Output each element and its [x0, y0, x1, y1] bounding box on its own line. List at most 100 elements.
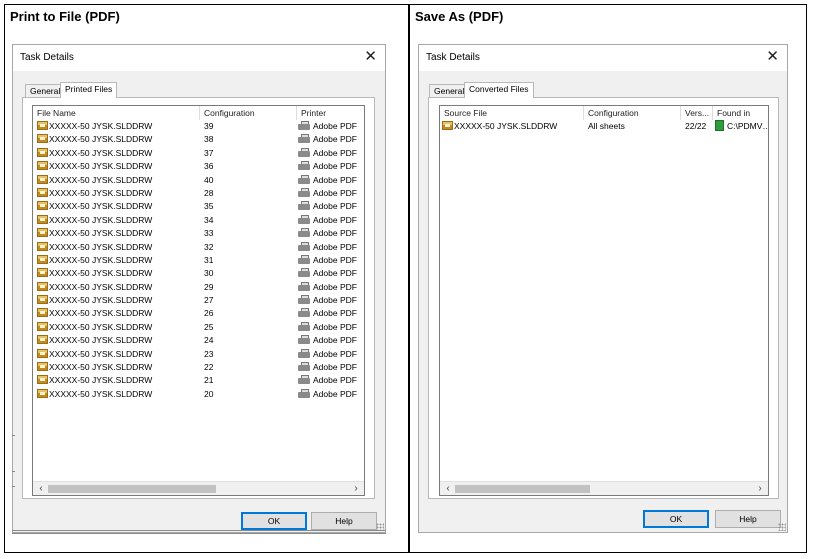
table-row[interactable]: XXXXX-50 JYSK.SLDDRW 26 Adobe PDF	[33, 307, 364, 320]
table-row[interactable]: XXXXX-50 JYSK.SLDDRW 24 Adobe PDF	[33, 334, 364, 347]
file-name-text: XXXXX-50 JYSK.SLDDRW	[49, 295, 153, 306]
printer-cell: Adobe PDF	[298, 254, 364, 267]
table-row[interactable]: XXXXX-50 JYSK.SLDDRW 36 Adobe PDF	[33, 160, 364, 173]
printer-name-text: Adobe PDF	[313, 161, 357, 172]
file-name-cell: XXXXX-50 JYSK.SLDDRW	[37, 294, 200, 307]
converted-files-rows: XXXXX-50 JYSK.SLDDRW All sheets 22/22 C:\PD…	[440, 120, 768, 133]
close-icon[interactable]: ✕	[766, 48, 779, 65]
source-file-text: XXXXX-50 JYSK.SLDDRW	[454, 121, 558, 131]
printer-cell: Adobe PDF	[298, 120, 364, 133]
column-header-file-name[interactable]: File Name	[33, 106, 200, 120]
chevron-right-icon[interactable]: ›	[753, 482, 767, 495]
dialog-title: Task Details	[20, 52, 74, 63]
tab-converted-files[interactable]: Converted Files	[464, 82, 534, 98]
converted-files-list[interactable]: Source File Configuration Vers... Found …	[439, 105, 769, 496]
horizontal-scrollbar[interactable]: ‹ ›	[33, 481, 364, 495]
configuration-cell: 34	[204, 214, 214, 225]
chevron-left-icon[interactable]: ‹	[34, 482, 48, 495]
window-edge-tick	[12, 471, 15, 472]
printer-cell: Adobe PDF	[298, 374, 364, 387]
table-row[interactable]: XXXXX-50 JYSK.SLDDRW 30 Adobe PDF	[33, 267, 364, 280]
column-header-configuration[interactable]: Configuration	[200, 106, 297, 120]
printer-icon	[298, 281, 310, 292]
left-panel-print-to-file: Print to File (PDF) Task Details ✕ Gener…	[4, 4, 409, 553]
printer-icon	[298, 214, 310, 225]
table-row[interactable]: XXXXX-50 JYSK.SLDDRW 20 Adobe PDF	[33, 388, 364, 401]
task-details-dialog: Task Details ✕ General Printed Files Fil…	[12, 44, 386, 533]
table-row[interactable]: XXXXX-50 JYSK.SLDDRW 25 Adobe PDF	[33, 321, 364, 334]
column-header-source-file[interactable]: Source File	[440, 106, 584, 120]
file-name-cell: XXXXX-50 JYSK.SLDDRW	[37, 227, 200, 240]
drawing-file-icon	[37, 121, 48, 130]
drawing-file-icon	[37, 348, 48, 358]
table-row[interactable]: XXXXX-50 JYSK.SLDDRW 32 Adobe PDF	[33, 241, 364, 254]
dialog-titlebar: Task Details ✕	[13, 45, 385, 71]
file-name-text: XXXXX-50 JYSK.SLDDRW	[49, 174, 153, 185]
file-name-cell: XXXXX-50 JYSK.SLDDRW	[37, 214, 200, 227]
table-row[interactable]: XXXXX-50 JYSK.SLDDRW 40 Adobe PDF	[33, 174, 364, 187]
printer-name-text: Adobe PDF	[313, 201, 357, 212]
printer-name-text: Adobe PDF	[313, 268, 357, 279]
printer-icon	[298, 375, 310, 385]
resize-grip-icon[interactable]	[778, 523, 786, 531]
ok-button[interactable]: OK	[241, 512, 307, 530]
drawing-file-icon	[37, 308, 48, 318]
column-header-found-in[interactable]: Found in	[713, 106, 768, 120]
printer-name-text: Adobe PDF	[313, 174, 357, 185]
printer-cell: Adobe PDF	[298, 174, 364, 187]
printer-icon	[298, 335, 310, 345]
tab-printed-files[interactable]: Printed Files	[60, 82, 118, 98]
drawing-file-icon	[442, 121, 453, 130]
column-header-printer[interactable]: Printer	[297, 106, 364, 120]
drawing-file-icon	[37, 174, 48, 184]
close-icon[interactable]: ✕	[364, 48, 377, 65]
help-button[interactable]: Help	[715, 510, 781, 528]
printed-files-list[interactable]: File Name Configuration Printer XXXXX-50…	[32, 105, 365, 496]
drawing-file-icon	[37, 335, 48, 345]
column-header-configuration[interactable]: Configuration	[584, 106, 681, 120]
window-edge-tick	[12, 435, 15, 436]
configuration-cell: 32	[204, 241, 214, 252]
drawing-file-icon	[37, 241, 48, 251]
scrollbar-thumb[interactable]	[455, 485, 590, 493]
scrollbar-thumb[interactable]	[48, 485, 216, 493]
file-name-cell: XXXXX-50 JYSK.SLDDRW	[37, 241, 200, 254]
file-name-text: XXXXX-50 JYSK.SLDDRW	[49, 321, 153, 332]
file-name-cell: XXXXX-50 JYSK.SLDDRW	[37, 200, 200, 213]
right-caption: Save As (PDF)	[415, 9, 504, 24]
configuration-cell: 21	[204, 375, 214, 386]
printer-name-text: Adobe PDF	[313, 388, 357, 399]
chevron-left-icon[interactable]: ‹	[441, 482, 455, 495]
printer-icon	[298, 321, 310, 332]
table-row[interactable]: XXXXX-50 JYSK.SLDDRW 37 Adobe PDF	[33, 147, 364, 160]
ok-button[interactable]: OK	[643, 510, 709, 528]
printer-cell: Adobe PDF	[298, 133, 364, 146]
list-header: Source File Configuration Vers... Found …	[440, 106, 768, 120]
file-name-cell: XXXXX-50 JYSK.SLDDRW	[37, 307, 200, 320]
table-row[interactable]: XXXXX-50 JYSK.SLDDRW All sheets 22/22 C:\PD…	[440, 120, 768, 133]
table-row[interactable]: XXXXX-50 JYSK.SLDDRW 38 Adobe PDF	[33, 133, 364, 146]
table-row[interactable]: XXXXX-50 JYSK.SLDDRW 34 Adobe PDF	[33, 214, 364, 227]
table-row[interactable]: XXXXX-50 JYSK.SLDDRW 39 Adobe PDF	[33, 120, 364, 133]
drawing-file-icon	[37, 321, 48, 331]
table-row[interactable]: XXXXX-50 JYSK.SLDDRW 29 Adobe PDF	[33, 281, 364, 294]
table-row[interactable]: XXXXX-50 JYSK.SLDDRW 23 Adobe PDF	[33, 348, 364, 361]
help-button[interactable]: Help	[311, 512, 377, 530]
file-name-cell: XXXXX-50 JYSK.SLDDRW	[37, 174, 200, 187]
printer-cell: Adobe PDF	[298, 241, 364, 254]
chevron-right-icon[interactable]: ›	[349, 482, 363, 495]
printer-name-text: Adobe PDF	[313, 281, 357, 292]
table-row[interactable]: XXXXX-50 JYSK.SLDDRW 31 Adobe PDF	[33, 254, 364, 267]
file-name-cell: XXXXX-50 JYSK.SLDDRW	[37, 374, 200, 387]
printer-icon	[298, 134, 310, 144]
table-row[interactable]: XXXXX-50 JYSK.SLDDRW 28 Adobe PDF	[33, 187, 364, 200]
table-row[interactable]: XXXXX-50 JYSK.SLDDRW 35 Adobe PDF	[33, 200, 364, 213]
column-header-version[interactable]: Vers...	[681, 106, 713, 120]
file-name-cell: XXXXX-50 JYSK.SLDDRW	[37, 348, 200, 361]
table-row[interactable]: XXXXX-50 JYSK.SLDDRW 33 Adobe PDF	[33, 227, 364, 240]
printer-cell: Adobe PDF	[298, 267, 364, 280]
horizontal-scrollbar[interactable]: ‹ ›	[440, 481, 768, 495]
table-row[interactable]: XXXXX-50 JYSK.SLDDRW 27 Adobe PDF	[33, 294, 364, 307]
table-row[interactable]: XXXXX-50 JYSK.SLDDRW 22 Adobe PDF	[33, 361, 364, 374]
table-row[interactable]: XXXXX-50 JYSK.SLDDRW 21 Adobe PDF	[33, 374, 364, 387]
